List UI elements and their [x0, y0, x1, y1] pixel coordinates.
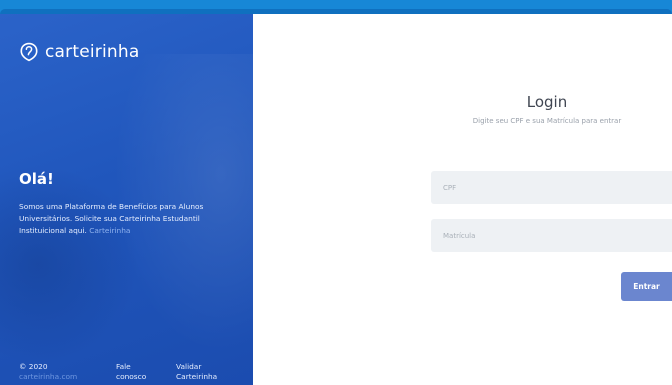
footer-copyright: © 2020 carteirinha.com: [19, 362, 77, 382]
contact-link[interactable]: Fale conosco: [116, 362, 146, 382]
validate-line-2: Carteirinha: [176, 372, 218, 381]
top-accent-bar: [0, 0, 672, 14]
description-link[interactable]: Carteirinha: [89, 226, 130, 235]
brand-logo[interactable]: carteirinha: [19, 42, 139, 62]
contact-line-1: Fale: [116, 362, 131, 371]
validate-line-1: Validar: [176, 362, 202, 371]
pin-outline-icon: [20, 42, 38, 62]
enter-button[interactable]: Entrar: [621, 272, 672, 301]
cpf-input[interactable]: [431, 171, 672, 204]
greeting-heading: Olá!: [19, 170, 54, 188]
copyright-year: © 2020: [19, 362, 48, 371]
platform-description: Somos uma Plataforma de Benefícios para …: [19, 201, 241, 237]
brand-panel: carteirinha Olá! Somos uma Plataforma de…: [0, 14, 253, 385]
site-link[interactable]: carteirinha.com: [19, 372, 77, 382]
brand-name: carteirinha: [45, 42, 140, 62]
login-subtitle: Digite seu CPF e sua Matrícula para entr…: [472, 117, 622, 125]
contact-line-2: conosco: [116, 372, 147, 381]
background-photo-shadow: [0, 164, 140, 364]
matricula-input[interactable]: [431, 219, 672, 252]
validate-card-link[interactable]: Validar Carteirinha: [176, 362, 217, 382]
login-title: Login: [526, 93, 568, 111]
